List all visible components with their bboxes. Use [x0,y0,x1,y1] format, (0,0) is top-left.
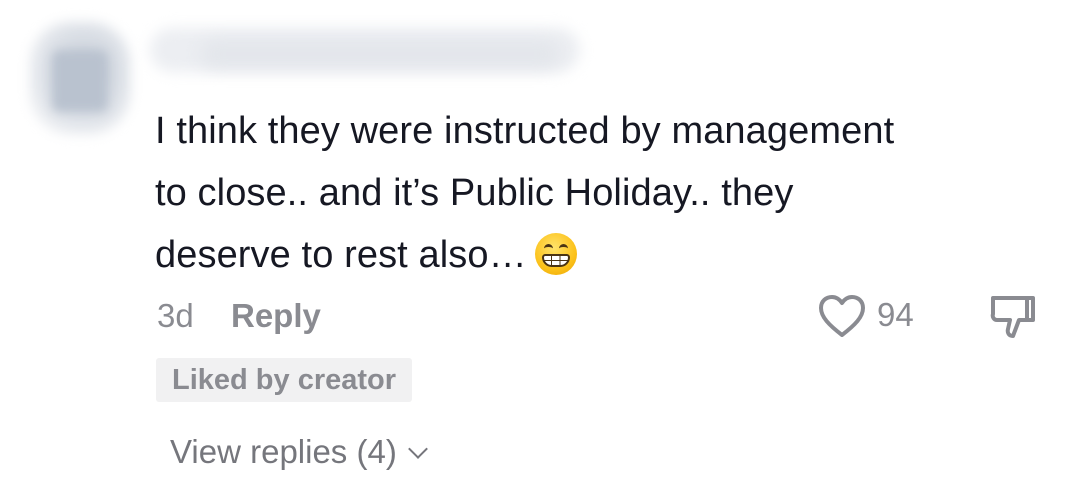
liked-by-creator-badge: Liked by creator [156,358,413,402]
view-replies-label: View replies (4) [170,433,397,470]
comment-text: I think they were instructed by manageme… [155,100,1055,286]
view-replies-button[interactable]: View replies (4) [170,433,428,471]
comment-line-1: I think they were instructed by manageme… [155,110,895,152]
reply-button[interactable]: Reply [231,297,321,335]
chevron-down-icon [407,439,428,459]
comment-line-2: to close.. and it’s Public Holiday.. the… [155,172,794,214]
thumbs-down-outline-icon[interactable] [987,292,1039,342]
avatar-blurred-center [52,50,108,112]
heart-outline-icon[interactable] [817,293,867,339]
grinning-face-emoji-icon [534,233,577,275]
like-count: 94 [877,296,914,333]
username-blurred-inner [200,40,560,68]
comment-line-3: deserve to rest also… [155,234,527,276]
comment-age: 3d [157,297,194,334]
